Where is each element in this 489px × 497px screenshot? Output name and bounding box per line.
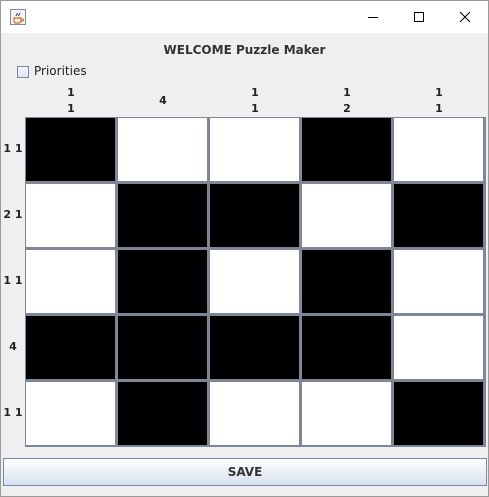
column-clue-number: 4 — [159, 94, 167, 107]
column-clue: 4 — [117, 93, 209, 109]
maximize-button[interactable] — [396, 1, 442, 33]
grid-cell-filled[interactable] — [118, 184, 207, 247]
column-clue-number: 2 — [343, 102, 351, 115]
row-clue: 1 1 — [3, 274, 23, 287]
grid-cell-filled[interactable] — [118, 250, 207, 313]
column-clue: 11 — [25, 85, 117, 117]
close-icon — [459, 11, 471, 23]
java-coffee-icon[interactable] — [10, 9, 26, 25]
grid-cell-filled[interactable] — [210, 184, 299, 247]
app-window: WELCOME Puzzle Maker Priorities 11411121… — [0, 0, 489, 497]
grid-cell-filled[interactable] — [394, 382, 483, 445]
column-clue-number: 1 — [435, 86, 443, 99]
grid-cell-filled[interactable] — [26, 118, 115, 181]
page-title: WELCOME Puzzle Maker — [163, 43, 326, 57]
column-clue-number: 1 — [251, 102, 259, 115]
grid-cell-empty[interactable] — [26, 184, 115, 247]
row-clue: 4 — [9, 340, 17, 353]
grid-cell-filled[interactable] — [210, 316, 299, 379]
row-clue: 2 1 — [3, 208, 23, 221]
grid-cell-filled[interactable] — [394, 184, 483, 247]
column-clue-number: 1 — [67, 86, 75, 99]
save-button[interactable]: SAVE — [3, 458, 487, 486]
priorities-checkbox[interactable] — [17, 66, 29, 78]
column-clue: 11 — [209, 85, 301, 117]
column-clue: 11 — [393, 85, 485, 117]
grid-cell-filled[interactable] — [26, 316, 115, 379]
maximize-icon — [414, 12, 424, 22]
column-clue-number: 1 — [343, 86, 351, 99]
grid-cell-empty[interactable] — [394, 118, 483, 181]
grid-cell-empty[interactable] — [302, 184, 391, 247]
column-clue: 12 — [301, 85, 393, 117]
minimize-icon — [368, 17, 378, 18]
grid-cell-empty[interactable] — [210, 250, 299, 313]
grid-cell-filled[interactable] — [302, 250, 391, 313]
grid-cell-empty[interactable] — [210, 118, 299, 181]
grid-cell-empty[interactable] — [210, 382, 299, 445]
column-clue-number: 1 — [67, 102, 75, 115]
grid-cell-empty[interactable] — [302, 382, 391, 445]
grid-cell-filled[interactable] — [302, 118, 391, 181]
grid-cell-empty[interactable] — [394, 250, 483, 313]
priorities-label[interactable]: Priorities — [34, 64, 87, 78]
grid-cell-empty[interactable] — [118, 118, 207, 181]
grid-cell-empty[interactable] — [26, 250, 115, 313]
grid-cell-filled[interactable] — [302, 316, 391, 379]
grid-cell-empty[interactable] — [394, 316, 483, 379]
title-bar[interactable] — [1, 1, 488, 33]
minimize-button[interactable] — [350, 1, 396, 33]
puzzle-grid — [25, 117, 486, 447]
grid-cell-empty[interactable] — [26, 382, 115, 445]
column-clue-number: 1 — [435, 102, 443, 115]
row-clue: 1 1 — [3, 406, 23, 419]
grid-cell-filled[interactable] — [118, 382, 207, 445]
row-clue: 1 1 — [3, 142, 23, 155]
column-clue-number: 1 — [251, 86, 259, 99]
grid-cell-filled[interactable] — [118, 316, 207, 379]
close-button[interactable] — [442, 1, 488, 33]
